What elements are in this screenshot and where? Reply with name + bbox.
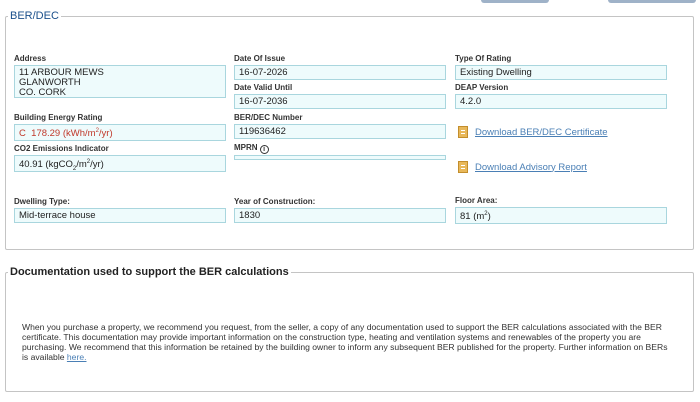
download-advisory-link[interactable]: Download Advisory Report xyxy=(475,162,587,173)
ber-number-label: BER/DEC Number xyxy=(234,113,303,122)
date-of-issue-value: 16-07-2026 xyxy=(234,65,446,80)
date-valid-until-field: Date Valid Until 16-07-2036 xyxy=(234,83,446,109)
documentation-legend: Documentation used to support the BER ca… xyxy=(10,266,289,278)
dwelling-type-field: Dwelling Type: Mid-terrace house xyxy=(14,197,226,223)
address-field: Address 11 ARBOUR MEWS GLANWORTH CO. COR… xyxy=(14,54,226,98)
co2-unit-mid: /m xyxy=(76,159,87,171)
document-icon xyxy=(458,126,468,138)
dwelling-type-value: Mid-terrace house xyxy=(14,208,226,223)
info-icon[interactable]: i xyxy=(259,145,269,154)
address-value: 11 ARBOUR MEWS GLANWORTH CO. CORK xyxy=(14,65,226,98)
type-of-rating-label: Type Of Rating xyxy=(455,54,512,63)
floor-area-field: Floor Area: 81 (m2) xyxy=(455,196,667,224)
deap-version-label: DEAP Version xyxy=(455,83,509,92)
floor-area-unit-suffix: ) xyxy=(487,211,491,223)
date-valid-until-value: 16-07-2036 xyxy=(234,94,446,109)
mprn-label: MPRN xyxy=(234,143,258,152)
mprn-value xyxy=(234,155,446,160)
mprn-field: MPRN i xyxy=(234,143,446,160)
download-certificate-row: Download BER/DEC Certificate xyxy=(458,126,608,138)
mprn-label-wrap: MPRN i xyxy=(234,143,446,154)
year-of-construction-field: Year of Construction: 1830 xyxy=(234,197,446,223)
floor-area-value: 81 (m2) xyxy=(455,207,667,224)
deap-version-value: 4.2.0 xyxy=(455,94,667,109)
documentation-text: When you purchase a property, we recomme… xyxy=(22,322,668,362)
ber-dec-legend: BER/DEC xyxy=(10,10,59,22)
here-link[interactable]: here. xyxy=(67,352,87,362)
ber-rating-value: C 178.29 (kWh/m2/yr) xyxy=(14,124,226,142)
floor-area-number: 81 xyxy=(460,211,471,223)
ber-rating-label: Building Energy Rating xyxy=(14,113,103,122)
dwelling-type-label: Dwelling Type: xyxy=(14,197,70,206)
type-of-rating-field: Type Of Rating Existing Dwelling xyxy=(455,54,667,80)
top-tab-button-2[interactable] xyxy=(608,0,696,3)
co2-label: CO2 Emissions Indicator xyxy=(14,144,109,153)
address-label: Address xyxy=(14,54,47,63)
address-line-3: CO. CORK xyxy=(19,87,66,98)
download-advisory-row: Download Advisory Report xyxy=(458,161,587,173)
ber-unit-prefix: (kWh/m xyxy=(62,128,96,140)
ber-rating-number: 178.29 xyxy=(31,128,61,140)
floor-area-label: Floor Area: xyxy=(455,196,498,205)
date-of-issue-field: Date Of Issue 16-07-2026 xyxy=(234,54,446,80)
top-tab-button-1[interactable] xyxy=(481,0,549,3)
document-icon xyxy=(458,161,468,173)
ber-number-field: BER/DEC Number 119636462 xyxy=(234,113,446,139)
building-energy-rating-field: Building Energy Rating C 178.29 (kWh/m2/… xyxy=(14,113,226,142)
year-of-construction-value: 1830 xyxy=(234,208,446,223)
ber-grade: C xyxy=(19,128,26,140)
documentation-paragraph: When you purchase a property, we recomme… xyxy=(22,322,672,362)
floor-area-unit-prefix: (m xyxy=(473,211,485,223)
date-valid-until-label: Date Valid Until xyxy=(234,83,293,92)
ber-unit-suffix: /yr) xyxy=(98,128,113,140)
co2-unit-prefix: (kgCO xyxy=(45,159,73,171)
co2-value: 40.91 (kgCO2/m2/yr) xyxy=(14,155,226,172)
year-of-construction-label: Year of Construction: xyxy=(234,197,316,206)
type-of-rating-value: Existing Dwelling xyxy=(455,65,667,80)
download-certificate-link[interactable]: Download BER/DEC Certificate xyxy=(475,127,608,138)
co2-field: CO2 Emissions Indicator 40.91 (kgCO2/m2/… xyxy=(14,144,226,172)
co2-number: 40.91 xyxy=(19,159,43,171)
ber-number-value: 119636462 xyxy=(234,124,446,139)
co2-unit-suffix: /yr) xyxy=(90,159,104,171)
deap-version-field: DEAP Version 4.2.0 xyxy=(455,83,667,109)
date-of-issue-label: Date Of Issue xyxy=(234,54,286,63)
